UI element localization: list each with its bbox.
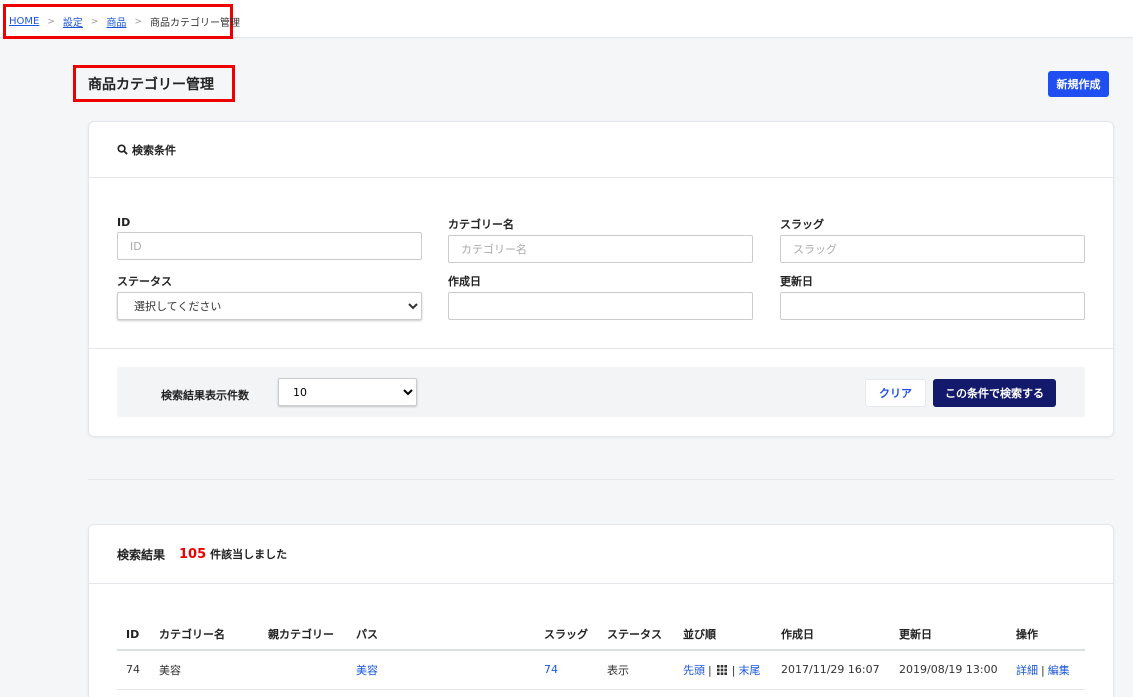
column-header-id[interactable]: ID xyxy=(117,619,150,651)
move-first-link[interactable]: 先頭 xyxy=(683,664,705,677)
breadcrumb-settings[interactable]: 設定 xyxy=(63,14,83,29)
new-button[interactable]: 新規作成 xyxy=(1048,71,1109,97)
slug-input[interactable] xyxy=(780,235,1085,263)
cell-path-link[interactable]: 美容 xyxy=(356,664,378,677)
breadcrumb-separator: > xyxy=(47,16,55,27)
pipe-separator: | xyxy=(1041,663,1045,677)
breadcrumb-current: 商品カテゴリー管理 xyxy=(149,18,240,29)
results-header: 検索結果 105 件該当しました xyxy=(89,525,1113,584)
id-label: ID xyxy=(117,216,131,229)
status-select[interactable]: 選択してください xyxy=(117,292,422,320)
column-header-updated[interactable]: 更新日 xyxy=(890,619,1007,651)
pipe-separator: | xyxy=(731,663,736,677)
status-label: ステータス xyxy=(117,275,172,288)
results-count: 105 xyxy=(179,546,207,562)
column-header-name[interactable]: カテゴリー名 xyxy=(150,619,259,651)
created-date-label: 作成日 xyxy=(448,275,481,288)
edit-link[interactable]: 編集 xyxy=(1048,664,1070,677)
column-header-path[interactable]: パス xyxy=(347,619,535,651)
column-header-order[interactable]: 並び順 xyxy=(674,619,772,651)
per-page-select[interactable]: 10 xyxy=(278,378,417,406)
breadcrumb-home[interactable]: HOME xyxy=(9,16,39,27)
results-title: 検索結果 xyxy=(117,547,166,562)
cell-created: 2017/11/29 16:07 xyxy=(772,650,890,690)
column-header-status[interactable]: ステータス xyxy=(598,619,674,651)
cell-name: 美容 xyxy=(150,650,259,690)
search-panel: 検索条件 ID カテゴリー名 スラッグ ステータス 選択してください 作成日 更… xyxy=(88,121,1114,437)
pipe-separator: | xyxy=(708,663,712,677)
results-table: ID カテゴリー名 親カテゴリー パス スラッグ ステータス 並び順 作成日 更… xyxy=(117,619,1085,690)
slug-label: スラッグ xyxy=(780,218,824,231)
cell-status: 表示 xyxy=(598,650,674,690)
table-row: 74 美容 美容 74 表示 先頭 | | 末尾 2017/11/29 16:07 2… xyxy=(117,650,1085,690)
cell-parent xyxy=(259,650,347,690)
breadcrumb-separator: > xyxy=(90,16,99,27)
divider xyxy=(89,348,1113,349)
cell-slug-link[interactable]: 74 xyxy=(544,663,558,676)
search-icon xyxy=(117,144,128,155)
move-last-link[interactable]: 末尾 xyxy=(738,664,760,677)
id-input[interactable] xyxy=(117,232,422,260)
table-header-row: ID カテゴリー名 親カテゴリー パス スラッグ ステータス 並び順 作成日 更… xyxy=(117,619,1085,651)
created-date-input[interactable] xyxy=(448,292,753,320)
slug-field-group: スラッグ xyxy=(780,216,1085,263)
id-field-group: ID xyxy=(117,216,422,260)
search-actions-bar: 検索結果表示件数 10 クリア この条件で検索する xyxy=(117,367,1085,417)
per-page-label: 検索結果表示件数 xyxy=(161,389,249,402)
column-header-created[interactable]: 作成日 xyxy=(772,619,890,651)
breadcrumb-products[interactable]: 商品 xyxy=(106,14,126,29)
status-field-group: ステータス 選択してください xyxy=(117,273,422,320)
cell-updated: 2019/08/19 13:00 xyxy=(890,650,1007,690)
column-header-parent[interactable]: 親カテゴリー xyxy=(259,619,347,651)
search-panel-title: 検索条件 xyxy=(132,143,176,157)
created-field-group: 作成日 xyxy=(448,273,753,320)
updated-date-input[interactable] xyxy=(780,292,1085,320)
column-header-slug[interactable]: スラッグ xyxy=(535,619,598,651)
updated-date-label: 更新日 xyxy=(780,275,813,288)
category-name-label: カテゴリー名 xyxy=(448,218,514,231)
cell-order: 先頭 | | 末尾 xyxy=(674,650,772,690)
clear-button[interactable]: クリア xyxy=(865,379,926,407)
section-divider xyxy=(88,479,1114,480)
top-bar: HOME > 設定 > 商品 > 商品カテゴリー管理 xyxy=(0,0,1133,39)
page-title-box: 商品カテゴリー管理 xyxy=(73,65,235,102)
grid-icon[interactable] xyxy=(716,664,727,678)
page-title: 商品カテゴリー管理 xyxy=(88,76,214,93)
name-field-group: カテゴリー名 xyxy=(448,216,753,263)
updated-field-group: 更新日 xyxy=(780,273,1085,320)
cell-actions: 詳細 | 編集 xyxy=(1007,650,1085,690)
search-panel-header: 検索条件 xyxy=(89,122,1113,178)
breadcrumb-separator: > xyxy=(134,16,142,27)
results-count-suffix: 件該当しました xyxy=(210,548,288,561)
column-header-actions: 操作 xyxy=(1007,619,1085,651)
search-submit-button[interactable]: この条件で検索する xyxy=(933,379,1056,407)
breadcrumb: HOME > 設定 > 商品 > 商品カテゴリー管理 xyxy=(3,4,240,39)
detail-link[interactable]: 詳細 xyxy=(1016,664,1038,677)
results-panel: 検索結果 105 件該当しました ID カテゴリー名 親カテゴリー パス スラッ… xyxy=(88,524,1114,697)
cell-id: 74 xyxy=(117,650,150,690)
category-name-input[interactable] xyxy=(448,235,753,263)
